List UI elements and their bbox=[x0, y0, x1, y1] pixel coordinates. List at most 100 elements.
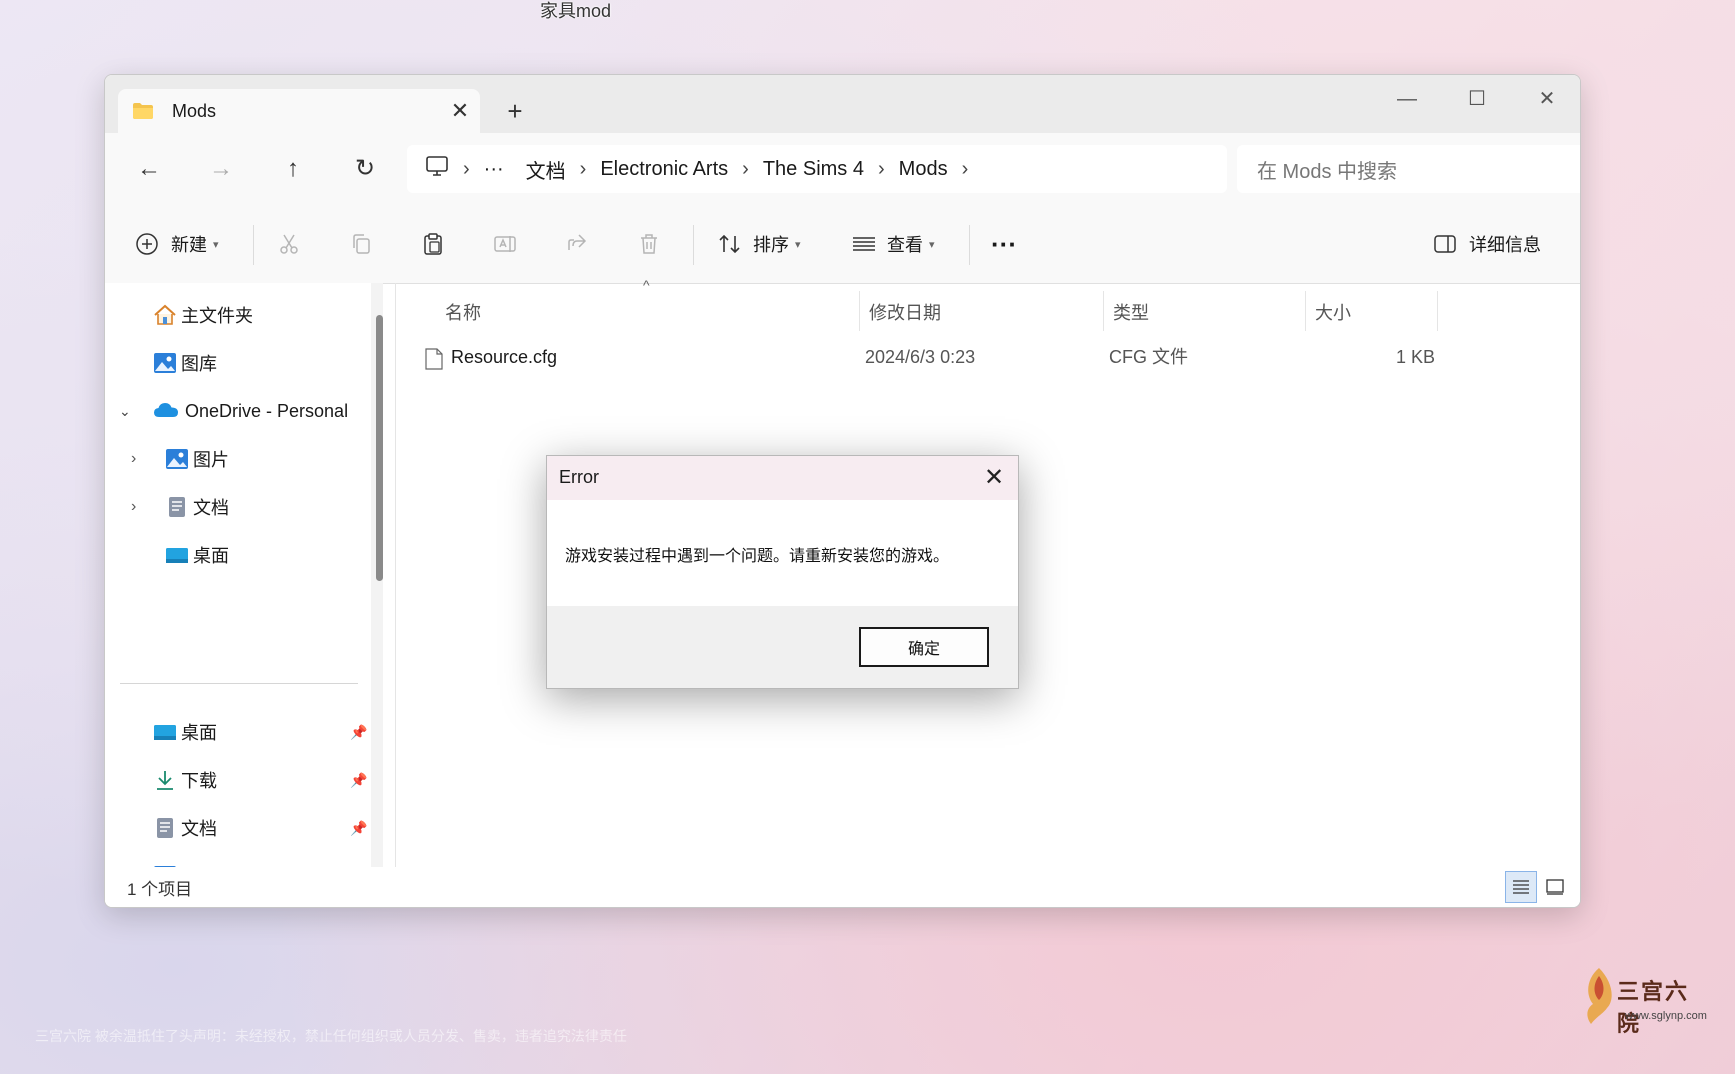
sidebar-item-od-pictures[interactable]: › 图片 bbox=[131, 441, 229, 477]
dialog-close-button[interactable]: ✕ bbox=[970, 456, 1018, 500]
column-header-name[interactable]: 名称 bbox=[445, 295, 481, 331]
new-button[interactable]: 新建 ▾ bbox=[135, 223, 219, 265]
chevron-down-icon[interactable]: ⌄ bbox=[119, 403, 153, 420]
copy-icon bbox=[353, 234, 370, 254]
navigation-pane: 主文件夹 图库 ⌄ OneDrive - Personal › 图片 › 文档 … bbox=[105, 283, 381, 887]
tab-bar: Mods ✕ + — ☐ ✕ bbox=[105, 75, 1580, 133]
file-modified: 2024/6/3 0:23 bbox=[865, 347, 976, 367]
sidebar-item-label: 下载 bbox=[181, 771, 217, 791]
paste-button[interactable] bbox=[421, 223, 445, 265]
up-button[interactable]: ↑ bbox=[271, 147, 315, 191]
sidebar-item-label: 图库 bbox=[181, 354, 217, 374]
sidebar-item-onedrive[interactable]: ⌄ OneDrive - Personal bbox=[119, 393, 348, 429]
sidebar-item-gallery[interactable]: 图库 bbox=[153, 345, 217, 381]
sidebar-item-quick-desktop[interactable]: 桌面 📌 bbox=[153, 714, 373, 750]
breadcrumb-the-sims-4[interactable]: The Sims 4 bbox=[763, 158, 864, 181]
sidebar-item-od-documents[interactable]: › 文档 bbox=[131, 489, 229, 525]
column-resizer[interactable] bbox=[859, 291, 860, 331]
column-resizer[interactable] bbox=[1437, 291, 1438, 331]
breadcrumb-separator[interactable]: › bbox=[878, 158, 885, 181]
address-bar[interactable]: › ··· 文档 › Electronic Arts › The Sims 4 … bbox=[407, 145, 1227, 193]
more-options-button[interactable]: ··· bbox=[991, 223, 1017, 265]
sidebar-item-label: 主文件夹 bbox=[181, 306, 253, 326]
table-row[interactable]: Resource.cfg 2024/6/3 0:23 CFG 文件 1 KB bbox=[419, 339, 1435, 375]
plus-circle-icon bbox=[136, 233, 158, 255]
toolbar-divider bbox=[253, 225, 254, 265]
scissors-icon bbox=[280, 234, 298, 254]
file-type: CFG 文件 bbox=[1109, 347, 1188, 367]
breadcrumb-separator[interactable]: › bbox=[463, 158, 470, 181]
column-header-type[interactable]: 类型 bbox=[1113, 295, 1149, 331]
cut-button[interactable] bbox=[277, 223, 301, 265]
pane-divider[interactable] bbox=[395, 283, 396, 867]
view-label: 查看 bbox=[887, 235, 923, 255]
sidebar-scrollbar-thumb[interactable] bbox=[376, 315, 383, 581]
tab-title: Mods bbox=[172, 100, 217, 121]
desktop-icon bbox=[153, 721, 177, 743]
details-view-button[interactable] bbox=[1505, 871, 1537, 903]
rename-icon bbox=[494, 236, 516, 252]
refresh-button[interactable]: ↻ bbox=[343, 147, 387, 191]
column-resizer[interactable] bbox=[1103, 291, 1104, 331]
file-name: Resource.cfg bbox=[451, 347, 558, 367]
sort-label: 排序 bbox=[753, 235, 789, 255]
close-window-button[interactable]: ✕ bbox=[1517, 79, 1577, 119]
view-lines-icon bbox=[853, 237, 875, 251]
ok-button[interactable]: 确定 bbox=[859, 627, 989, 667]
tab-close-button[interactable]: ✕ bbox=[440, 98, 480, 124]
sidebar-item-label: 文档 bbox=[193, 498, 229, 518]
new-tab-button[interactable]: + bbox=[495, 91, 535, 131]
column-header-modified[interactable]: 修改日期 bbox=[869, 295, 941, 331]
minimize-button[interactable]: — bbox=[1377, 79, 1437, 119]
details-pane-button[interactable]: 详细信息 bbox=[1433, 223, 1541, 265]
maximize-button[interactable]: ☐ bbox=[1447, 79, 1507, 119]
toolbar-divider bbox=[693, 225, 694, 265]
chevron-down-icon: ▾ bbox=[213, 238, 219, 251]
sidebar-item-label: OneDrive - Personal bbox=[185, 400, 349, 421]
onedrive-cloud-icon bbox=[153, 400, 181, 422]
tab-mods[interactable]: Mods ✕ bbox=[118, 89, 480, 133]
view-button[interactable]: 查看 ▾ bbox=[851, 223, 935, 265]
watermark-logo: 三宫六院 www.sglynp.com bbox=[1579, 964, 1709, 1037]
document-icon bbox=[165, 496, 189, 518]
sidebar-item-label: 桌面 bbox=[181, 723, 217, 743]
delete-button[interactable] bbox=[637, 223, 661, 265]
phoenix-logo-icon bbox=[1587, 968, 1612, 1024]
breadcrumb-mods[interactable]: Mods bbox=[899, 158, 948, 181]
copy-button[interactable] bbox=[349, 223, 373, 265]
sidebar-item-quick-downloads[interactable]: 下载 📌 bbox=[153, 762, 373, 798]
chevron-right-icon[interactable]: › bbox=[131, 498, 165, 516]
pin-icon: 📌 bbox=[350, 771, 368, 788]
sidebar-item-home[interactable]: 主文件夹 bbox=[153, 297, 253, 333]
share-button[interactable] bbox=[565, 223, 589, 265]
toolbar-divider bbox=[969, 225, 970, 265]
column-header-size[interactable]: 大小 bbox=[1315, 295, 1351, 331]
file-size: 1 KB bbox=[1395, 347, 1435, 367]
dialog-title: Error bbox=[559, 467, 599, 487]
dialog-body: 游戏安装过程中遇到一个问题。请重新安装您的游戏。 bbox=[547, 500, 1018, 606]
tiles-view-icon bbox=[1546, 879, 1564, 895]
breadcrumb-ellipsis[interactable]: ··· bbox=[484, 158, 504, 181]
desktop-item-label[interactable]: 家具mod bbox=[540, 0, 611, 23]
search-input[interactable]: 在 Mods 中搜索 bbox=[1237, 145, 1580, 193]
breadcrumb-separator[interactable]: › bbox=[580, 158, 587, 181]
sidebar-item-label: 桌面 bbox=[193, 546, 229, 566]
breadcrumb-documents[interactable]: 文档 bbox=[526, 155, 566, 184]
navigation-bar: ← → ↑ ↻ › ··· 文档 › Electronic Arts › The… bbox=[105, 133, 1580, 206]
home-icon bbox=[153, 304, 177, 326]
sort-button[interactable]: 排序 ▾ bbox=[717, 223, 801, 265]
breadcrumb-separator[interactable]: › bbox=[742, 158, 749, 181]
dialog-title-bar[interactable]: Error ✕ bbox=[547, 456, 1018, 500]
clipboard-icon bbox=[424, 233, 442, 255]
tiles-view-button[interactable] bbox=[1539, 871, 1571, 903]
this-pc-icon[interactable] bbox=[425, 155, 449, 183]
sidebar-item-od-desktop[interactable]: 桌面 bbox=[165, 537, 229, 573]
forward-button[interactable]: → bbox=[199, 147, 243, 191]
breadcrumb-separator[interactable]: › bbox=[962, 158, 969, 181]
column-resizer[interactable] bbox=[1305, 291, 1306, 331]
sidebar-item-quick-documents[interactable]: 文档 📌 bbox=[153, 810, 373, 846]
rename-button[interactable] bbox=[493, 223, 517, 265]
back-button[interactable]: ← bbox=[127, 147, 171, 191]
chevron-right-icon[interactable]: › bbox=[131, 450, 165, 468]
breadcrumb-electronic-arts[interactable]: Electronic Arts bbox=[600, 158, 728, 181]
